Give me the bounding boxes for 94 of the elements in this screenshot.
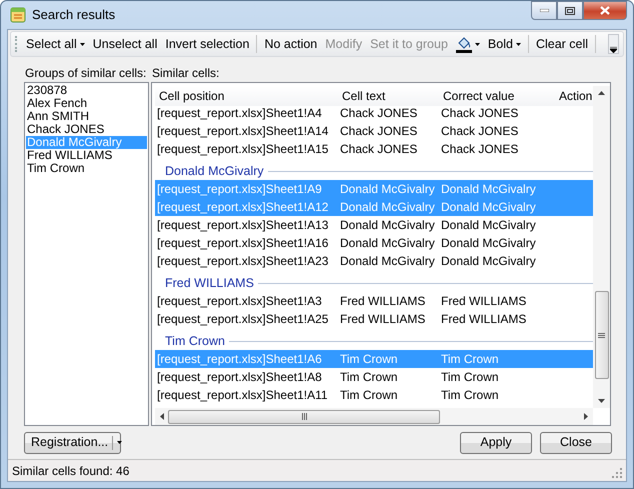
caret-icon xyxy=(516,42,521,46)
group-heading: Tim Crown xyxy=(165,332,225,350)
table-cell-text: Tim Crown xyxy=(339,387,399,404)
table-cell-text: [request_report.xlsx]Sheet1!A15 xyxy=(156,141,330,158)
table-cell-text: [request_report.xlsx]Sheet1!A25 xyxy=(156,311,330,328)
group-item[interactable]: Chack JONES xyxy=(26,123,147,136)
scroll-right-icon xyxy=(584,413,588,420)
table-cell-text: Tim Crown xyxy=(339,369,399,386)
table-cell-text: Fred WILLIAMS xyxy=(339,311,426,328)
window-title: Search results xyxy=(32,6,116,24)
table-cell-text: [request_report.xlsx]Sheet1!A6 xyxy=(156,351,323,368)
grip-icon xyxy=(302,413,306,420)
vertical-scrollbar[interactable] xyxy=(593,86,610,408)
toolbar-button[interactable]: Invert selection xyxy=(161,33,254,55)
grip-icon xyxy=(598,332,605,338)
table-cell-text: [request_report.xlsx]Sheet1!A12 xyxy=(156,199,330,216)
table-cell-text: [request_report.xlsx]Sheet1!A9 xyxy=(156,181,323,198)
table-cell-text: Tim Crown xyxy=(440,351,500,368)
cells-label: Similar cells: xyxy=(152,65,220,82)
table-cell-text: Chack JONES xyxy=(339,141,418,158)
table-cell-text: [request_report.xlsx]Sheet1!A3 xyxy=(156,293,323,310)
caret-icon xyxy=(474,42,480,46)
group-heading: Fred WILLIAMS xyxy=(165,274,254,292)
group-item[interactable]: Alex Fench xyxy=(26,97,147,110)
toolbar-button[interactable]: Unselect all xyxy=(88,33,162,55)
table-cell-text: Chack JONES xyxy=(440,123,520,140)
scroll-up-icon xyxy=(598,91,605,95)
table-cell-text: Chack JONES xyxy=(440,105,520,122)
toolbar-button[interactable]: No action xyxy=(260,33,322,55)
table-row[interactable]: [request_report.xlsx]Sheet1!A15 Chack JONES Chack JONES xyxy=(155,140,593,158)
table-cell-text: Donald McGivalry xyxy=(339,199,436,216)
table-cell-text: Fred WILLIAMS xyxy=(440,311,528,328)
table-cell-text: Donald McGivalry xyxy=(339,253,436,270)
table-cell-text: Donald McGivalry xyxy=(440,199,537,216)
close-button[interactable] xyxy=(583,1,627,20)
table-cell-text: Donald McGivalry xyxy=(339,235,436,252)
paint-bucket-icon xyxy=(456,36,472,52)
status-text: Similar cells found: 46 xyxy=(12,462,130,480)
app-icon xyxy=(10,7,26,23)
table-cell-text: [request_report.xlsx]Sheet1!A4 xyxy=(156,105,323,122)
table-row[interactable]: [request_report.xlsx]Sheet1!A14 Chack JONES Chack JONES xyxy=(155,122,593,140)
table-cell-text: Donald McGivalry xyxy=(339,217,436,234)
table-row[interactable]: [request_report.xlsx]Sheet1!A23 Donald McGivalry Donald McGivalry xyxy=(155,252,593,270)
table-row[interactable]: [request_report.xlsx]Sheet1!A8 Tim Crown Tim Crown xyxy=(155,368,593,386)
group-item[interactable]: Ann SMITH xyxy=(26,110,147,123)
caret-icon xyxy=(117,441,122,444)
toolbar-button[interactable]: Clear cell xyxy=(532,33,592,55)
group-heading: Donald McGivalry xyxy=(165,162,264,180)
table-cell-text: [request_report.xlsx]Sheet1!A8 xyxy=(156,369,323,386)
table-cell-text: Fred WILLIAMS xyxy=(339,293,426,310)
minimize-button[interactable] xyxy=(531,1,557,20)
caret-icon xyxy=(80,42,85,46)
overflow-button[interactable] xyxy=(608,34,619,54)
registration-button[interactable]: Registration... xyxy=(24,432,121,454)
dialog-button[interactable]: Close xyxy=(540,432,612,454)
table-cell-text: Donald McGivalry xyxy=(440,235,537,252)
close-icon xyxy=(600,6,610,15)
scroll-left-icon xyxy=(160,413,164,420)
groups-label: Groups of similar cells: xyxy=(25,65,148,82)
table-row[interactable]: [request_report.xlsx]Sheet1!A13 Donald McGivalry Donald McGivalry xyxy=(155,216,593,234)
table-cell-text: Donald McGivalry xyxy=(339,181,436,198)
scroll-down-icon xyxy=(598,399,605,403)
table-row[interactable]: [request_report.xlsx]Sheet1!A25 Fred WILLIAMS Fred WILLIAMS xyxy=(155,310,593,328)
maximize-button[interactable] xyxy=(557,1,583,20)
table-row[interactable]: [request_report.xlsx]Sheet1!A11 Tim Crown Tim Crown xyxy=(155,386,593,404)
toolbar-button[interactable]: Bold xyxy=(484,33,525,55)
table-cell-text: Donald McGivalry xyxy=(440,181,537,198)
resize-grip-icon xyxy=(612,468,622,478)
chevron-icon xyxy=(610,47,617,53)
table-row[interactable]: [request_report.xlsx]Sheet1!A16 Donald McGivalry Donald McGivalry xyxy=(155,234,593,252)
table-cell-text: [request_report.xlsx]Sheet1!A11 xyxy=(156,387,329,404)
table-cell-text: [request_report.xlsx]Sheet1!A14 xyxy=(156,123,330,140)
group-item[interactable]: 230878 xyxy=(26,84,147,97)
table-cell-text: Chack JONES xyxy=(339,105,418,122)
table-cell-text: [request_report.xlsx]Sheet1!A16 xyxy=(156,235,330,252)
group-item[interactable]: Tim Crown xyxy=(26,162,147,175)
dialog-button[interactable]: Apply xyxy=(460,432,532,454)
table-cell-text: Chack JONES xyxy=(339,123,418,140)
table-cell-text: Tim Crown xyxy=(440,369,500,386)
table-cell-text: Donald McGivalry xyxy=(440,217,537,234)
table-cell-text: [request_report.xlsx]Sheet1!A23 xyxy=(156,253,330,270)
table-cell-text: Donald McGivalry xyxy=(440,253,537,270)
minimize-icon xyxy=(540,9,548,12)
table-cell-text: Chack JONES xyxy=(440,141,520,158)
table-cell-text: Fred WILLIAMS xyxy=(440,293,528,310)
toolbar-button[interactable]: Select all xyxy=(22,33,89,55)
table-row[interactable]: [request_report.xlsx]Sheet1!A4 Chack JONES Chack JONES xyxy=(155,104,593,122)
horizontal-scrollbar[interactable] xyxy=(155,408,593,425)
table-cell-text: [request_report.xlsx]Sheet1!A13 xyxy=(156,217,330,234)
table-cell-text: Tim Crown xyxy=(339,351,399,368)
table-cell-text: Tim Crown xyxy=(440,387,500,404)
table-row[interactable]: [request_report.xlsx]Sheet1!A3 Fred WILLIAMS Fred WILLIAMS xyxy=(155,292,593,310)
maximize-icon xyxy=(565,6,575,14)
group-item[interactable]: Fred WILLIAMS xyxy=(26,149,147,162)
